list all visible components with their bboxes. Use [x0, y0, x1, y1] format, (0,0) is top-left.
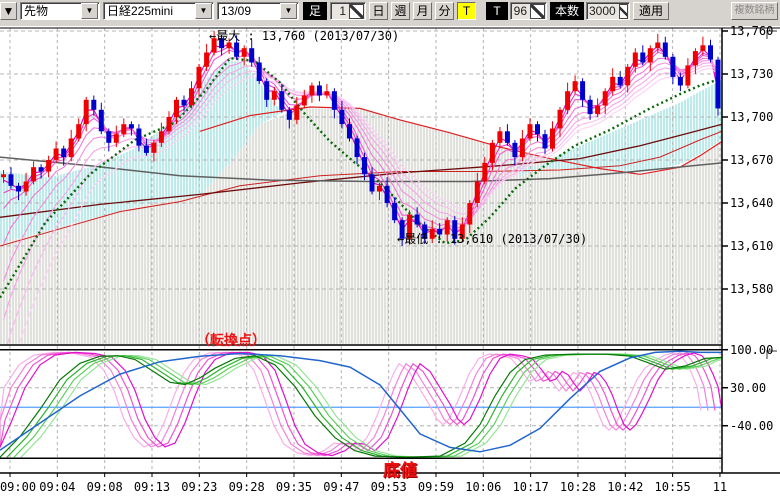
chevron-down-icon[interactable]: ▼ — [280, 3, 297, 19]
tick-button[interactable]: T — [457, 2, 476, 20]
bar-type-label: 足 — [303, 2, 327, 20]
spin-icon[interactable] — [530, 4, 545, 19]
toolbar: ▼ 先物 ▼ 日経225mini ▼ 13/09 ▼ 足 1 日 週 月 分 T… — [0, 0, 780, 26]
interval-stepper[interactable]: 1 — [330, 2, 366, 20]
max-price-annotation: ←最大 : 13,760 (2013/07/30) — [209, 27, 399, 44]
trading-chart-window: ▼ 先物 ▼ 日経225mini ▼ 13/09 ▼ 足 1 日 週 月 分 T… — [0, 0, 780, 500]
chart-canvas[interactable] — [0, 0, 780, 500]
bar-count-stepper[interactable]: 3000 — [586, 2, 630, 20]
interval-value: 1 — [331, 3, 348, 19]
contract-month-select[interactable]: 13/09 ▼ — [217, 2, 299, 20]
spin-icon[interactable] — [619, 4, 628, 19]
symbol-value: 日経225mini — [104, 2, 194, 20]
symbol-select[interactable]: 日経225mini ▼ — [103, 2, 214, 20]
bar-count-value: 3000 — [587, 3, 618, 19]
bar-count-label: 本数 — [550, 2, 584, 20]
category-select[interactable]: 先物 ▼ — [20, 2, 100, 20]
tick-count-stepper[interactable]: 96 — [510, 2, 547, 20]
spin-icon[interactable] — [349, 4, 364, 19]
chevron-down-icon[interactable]: ▼ — [195, 3, 212, 19]
monthly-button[interactable]: 月 — [413, 2, 432, 20]
contract-value: 13/09 — [218, 2, 279, 20]
bottom-value-annotation: 底値 — [383, 456, 417, 481]
category-value: 先物 — [21, 2, 80, 20]
min-price-annotation: ←最低 : 13,610 (2013/07/30) — [397, 230, 587, 247]
tick-count-label: T — [486, 2, 508, 20]
turning-point-annotation: （転換点） — [196, 330, 266, 350]
minute-button[interactable]: 分 — [435, 2, 454, 20]
apply-button[interactable]: 適用 — [633, 2, 669, 20]
chevron-down-icon[interactable]: ▼ — [81, 3, 98, 19]
weekly-button[interactable]: 週 — [391, 2, 410, 20]
chevron-down-icon[interactable]: ▼ — [0, 2, 17, 20]
multi-symbol-button[interactable]: 複数銘柄 — [731, 2, 778, 20]
tick-count-value: 96 — [511, 3, 529, 19]
daily-button[interactable]: 日 — [369, 2, 388, 20]
